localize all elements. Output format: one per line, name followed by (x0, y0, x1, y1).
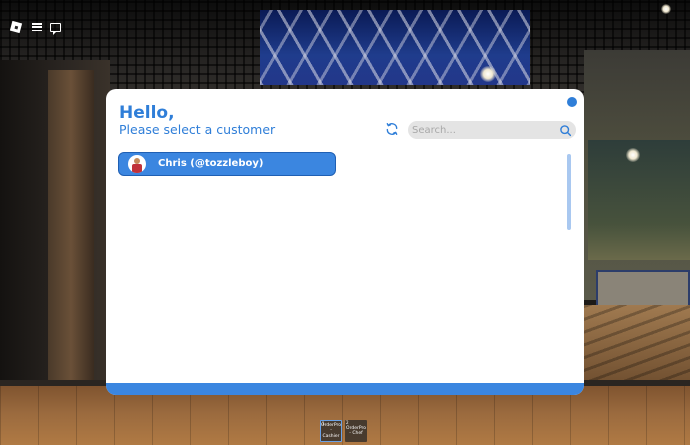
dialog-footer-bar (106, 383, 584, 395)
refresh-icon (386, 123, 398, 135)
roblox-menu-button[interactable] (7, 18, 25, 36)
customer-item[interactable]: Chris (@tozzleboy) (118, 152, 336, 176)
hotbar-slot-cashier[interactable]: 1 OrderPro - Cashier (320, 420, 342, 442)
search-box (408, 121, 576, 139)
hotbar-slot-number: 1 (322, 421, 325, 426)
search-button[interactable] (558, 123, 572, 137)
left-pillar (48, 70, 94, 390)
hotbar-slot-number: 2 (346, 420, 349, 425)
menu-icon (32, 23, 42, 31)
refresh-button[interactable] (384, 121, 400, 137)
search-icon (559, 124, 571, 136)
status-indicator (567, 97, 577, 107)
avatar (128, 155, 146, 173)
ceiling-light (626, 148, 640, 162)
chat-button[interactable] (46, 18, 64, 36)
chat-icon (49, 22, 61, 35)
ceiling-light (480, 66, 496, 82)
customer-select-dialog: Hello, Please select a customer Chris (@… (106, 89, 584, 395)
roblox-icon (9, 20, 23, 34)
hotbar-slot-chef[interactable]: 2 OrderPro - Chef (345, 420, 367, 442)
greeting-title: Hello, (119, 103, 175, 123)
right-panel (596, 270, 690, 310)
ceiling-light (661, 4, 671, 14)
menu-button[interactable] (28, 18, 46, 36)
dialog-subtitle: Please select a customer (119, 122, 276, 137)
customer-name: Chris (@tozzleboy) (158, 158, 264, 169)
list-scrollbar[interactable] (567, 154, 571, 230)
search-input[interactable] (412, 122, 552, 138)
customer-list: Chris (@tozzleboy) (118, 152, 564, 378)
hotbar-slot-label: OrderPro - Chef (346, 425, 366, 437)
